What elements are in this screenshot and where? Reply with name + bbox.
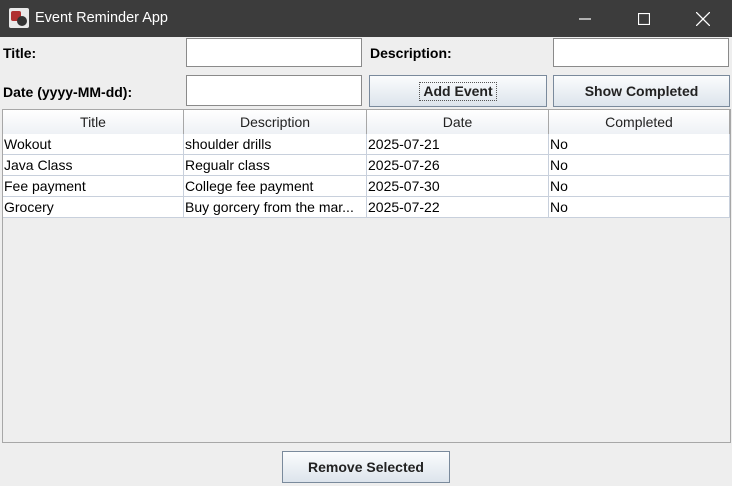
cell-completed: No <box>549 134 730 154</box>
column-header-completed[interactable]: Completed <box>549 110 730 134</box>
cell-description: Regualr class <box>184 155 367 175</box>
table-row[interactable]: Wokout shoulder drills 2025-07-21 No <box>3 134 730 155</box>
cell-completed: No <box>549 155 730 175</box>
description-input[interactable] <box>553 38 729 67</box>
title-label: Title: <box>3 45 37 61</box>
cell-completed: No <box>549 176 730 196</box>
cell-title: Wokout <box>3 134 184 154</box>
column-header-date[interactable]: Date <box>367 110 549 134</box>
maximize-icon <box>638 12 650 25</box>
app-icon <box>9 8 29 28</box>
remove-selected-button[interactable]: Remove Selected <box>282 451 450 483</box>
cell-description: Buy gorcery from the mar... <box>184 197 367 217</box>
minimize-icon <box>579 17 591 20</box>
table-body: Wokout shoulder drills 2025-07-21 No Jav… <box>3 134 730 218</box>
show-completed-button[interactable]: Show Completed <box>553 75 730 107</box>
table-row[interactable]: Fee payment College fee payment 2025-07-… <box>3 176 730 197</box>
date-input[interactable] <box>186 75 362 106</box>
cell-title: Grocery <box>3 197 184 217</box>
table-row[interactable]: Grocery Buy gorcery from the mar... 2025… <box>3 197 730 218</box>
column-header-description[interactable]: Description <box>184 110 367 134</box>
column-header-title[interactable]: Title <box>3 110 184 134</box>
add-event-label: Add Event <box>419 81 497 101</box>
cell-date: 2025-07-26 <box>367 155 549 175</box>
cell-title: Fee payment <box>3 176 184 196</box>
close-icon <box>696 11 710 26</box>
window-title: Event Reminder App <box>35 10 168 26</box>
cell-title: Java Class <box>3 155 184 175</box>
cell-completed: No <box>549 197 730 217</box>
maximize-button[interactable] <box>621 0 667 37</box>
title-bar: Event Reminder App <box>0 0 732 37</box>
close-button[interactable] <box>680 0 726 37</box>
table-header: Title Description Date Completed <box>3 110 730 135</box>
description-label: Description: <box>370 45 452 61</box>
add-event-button[interactable]: Add Event <box>369 75 547 107</box>
date-label: Date (yyyy-MM-dd): <box>3 84 133 100</box>
cell-date: 2025-07-22 <box>367 197 549 217</box>
minimize-button[interactable] <box>562 0 608 37</box>
cell-description: College fee payment <box>184 176 367 196</box>
title-input[interactable] <box>186 38 362 67</box>
events-table[interactable]: Title Description Date Completed Wokout … <box>2 109 731 443</box>
cell-description: shoulder drills <box>184 134 367 154</box>
cell-date: 2025-07-30 <box>367 176 549 196</box>
table-row[interactable]: Java Class Regualr class 2025-07-26 No <box>3 155 730 176</box>
cell-date: 2025-07-21 <box>367 134 549 154</box>
